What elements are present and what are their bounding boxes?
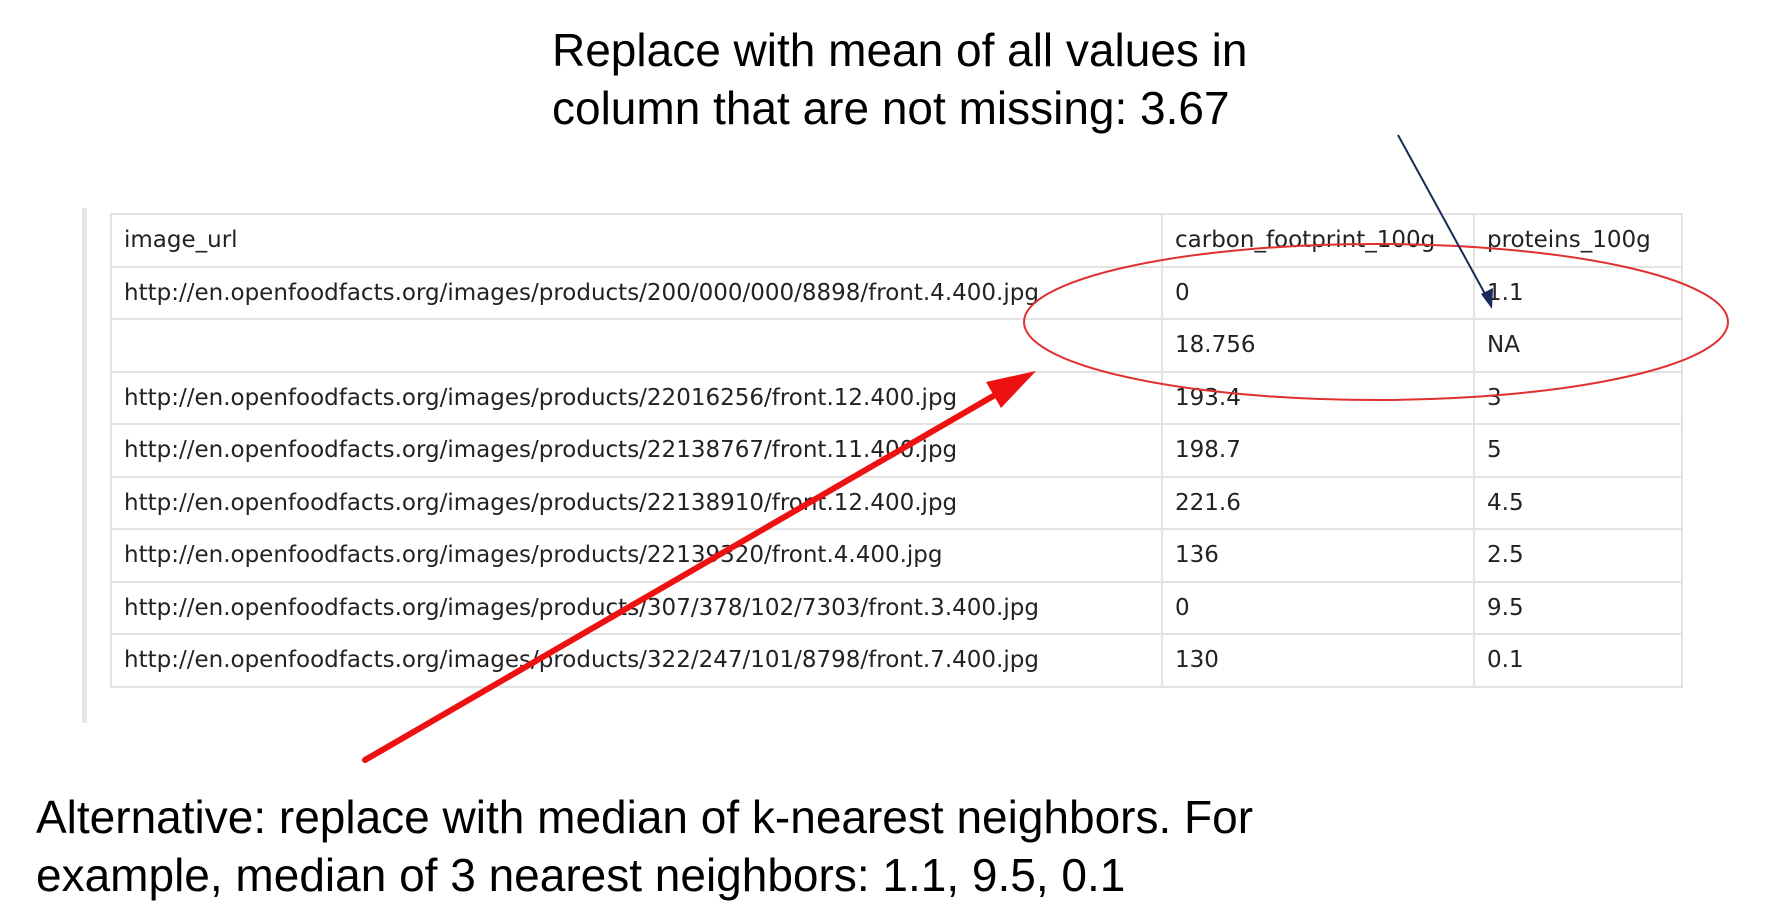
cell-image-url: http://en.openfoodfacts.org/images/produ… — [110, 370, 1163, 425]
knn-annotation-caption: Alternative: replace with median of k-ne… — [36, 789, 1736, 905]
cell-image-url: http://en.openfoodfacts.org/images/produ… — [110, 633, 1163, 688]
table-header-row: image_url carbon_footprint_100g proteins… — [110, 213, 1683, 268]
knn-caption-line-2: example, median of 3 nearest neighbors: … — [36, 848, 1126, 901]
food-facts-table: image_url carbon_footprint_100g proteins… — [110, 213, 1683, 688]
cell-carbon-footprint: 221.6 — [1161, 475, 1475, 530]
table-row: http://en.openfoodfacts.org/images/produ… — [110, 580, 1683, 635]
cell-carbon-footprint: 136 — [1161, 528, 1475, 583]
cell-image-url: http://en.openfoodfacts.org/images/produ… — [110, 265, 1163, 320]
cell-carbon-footprint: 0 — [1161, 580, 1475, 635]
header-carbon-footprint: carbon_footprint_100g — [1161, 213, 1475, 268]
data-table-panel: image_url carbon_footprint_100g proteins… — [82, 208, 1688, 723]
table-row: http://en.openfoodfacts.org/images/produ… — [110, 265, 1683, 320]
cell-image-url: http://en.openfoodfacts.org/images/produ… — [110, 423, 1163, 478]
cell-carbon-footprint: 0 — [1161, 265, 1475, 320]
table-row: http://en.openfoodfacts.org/images/produ… — [110, 633, 1683, 688]
table-row: http://en.openfoodfacts.org/images/produ… — [110, 475, 1683, 530]
mean-caption-line-2: column that are not missing: 3.67 — [552, 81, 1230, 134]
cell-proteins: 2.5 — [1473, 528, 1683, 583]
table-row: http://en.openfoodfacts.org/images/produ… — [110, 528, 1683, 583]
cell-proteins: 3 — [1473, 370, 1683, 425]
cell-carbon-footprint: 130 — [1161, 633, 1475, 688]
table-row: 18.756 NA — [110, 318, 1683, 373]
knn-caption-line-1: Alternative: replace with median of k-ne… — [36, 791, 1254, 843]
cell-proteins: 1.1 — [1473, 265, 1683, 320]
cell-proteins: 9.5 — [1473, 580, 1683, 635]
cell-carbon-footprint: 198.7 — [1161, 423, 1475, 478]
cell-image-url — [110, 318, 1163, 373]
header-image-url: image_url — [110, 213, 1163, 268]
cell-proteins: NA — [1473, 318, 1683, 373]
mean-annotation-caption: Replace with mean of all values in colum… — [552, 22, 1452, 138]
table-row: http://en.openfoodfacts.org/images/produ… — [110, 423, 1683, 478]
header-proteins: proteins_100g — [1473, 213, 1683, 268]
cell-image-url: http://en.openfoodfacts.org/images/produ… — [110, 528, 1163, 583]
table-row: http://en.openfoodfacts.org/images/produ… — [110, 370, 1683, 425]
cell-carbon-footprint: 18.756 — [1161, 318, 1475, 373]
cell-proteins: 4.5 — [1473, 475, 1683, 530]
cell-proteins: 0.1 — [1473, 633, 1683, 688]
cell-image-url: http://en.openfoodfacts.org/images/produ… — [110, 580, 1163, 635]
mean-caption-line-1: Replace with mean of all values in — [552, 24, 1248, 76]
cell-proteins: 5 — [1473, 423, 1683, 478]
cell-image-url: http://en.openfoodfacts.org/images/produ… — [110, 475, 1163, 530]
cell-carbon-footprint: 193.4 — [1161, 370, 1475, 425]
